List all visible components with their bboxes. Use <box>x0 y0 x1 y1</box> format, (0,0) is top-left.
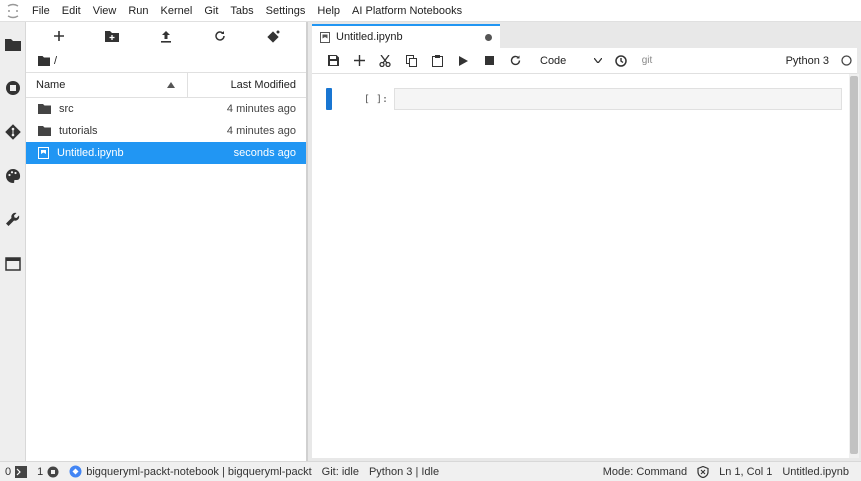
file-row-untitled-ipynb[interactable]: Untitled.ipynb seconds ago <box>26 142 306 164</box>
menu-edit[interactable]: Edit <box>56 0 87 22</box>
menu-ai-platform-notebooks[interactable]: AI Platform Notebooks <box>346 0 468 22</box>
breadcrumb-root[interactable]: / <box>54 55 57 67</box>
scrollbar[interactable] <box>849 74 859 458</box>
kernel-name[interactable]: Python 3 <box>786 55 835 67</box>
tab-label: Untitled.ipynb <box>336 31 403 43</box>
column-modified-label: Last Modified <box>230 79 296 91</box>
current-file: Untitled.ipynb <box>782 465 849 478</box>
folder-icon <box>38 126 51 136</box>
save-icon[interactable] <box>320 50 346 72</box>
status-bar: 0 1 bigqueryml-packt-notebook | bigquery… <box>0 461 861 481</box>
cursor-position[interactable]: Ln 1, Col 1 <box>714 466 777 478</box>
menu-file[interactable]: File <box>26 0 56 22</box>
jupyter-logo-icon <box>0 0 26 22</box>
wrench-icon[interactable] <box>0 198 26 242</box>
cell-prompt: [ ]: <box>363 93 388 105</box>
scrollbar-thumb[interactable] <box>850 76 858 454</box>
new-launcher-icon[interactable] <box>47 26 71 46</box>
paste-icon[interactable] <box>424 50 450 72</box>
column-name-header[interactable]: Name <box>26 73 188 97</box>
file-modified: seconds ago <box>233 147 296 159</box>
menu-bar: File Edit View Run Kernel Git Tabs Setti… <box>0 0 861 22</box>
file-name: tutorials <box>59 125 98 137</box>
terminal-count-value: 0 <box>5 465 12 478</box>
file-row-src[interactable]: src 4 minutes ago <box>26 98 306 120</box>
file-name: Untitled.ipynb <box>57 147 124 159</box>
refresh-icon[interactable] <box>208 26 232 46</box>
restart-icon[interactable] <box>502 50 528 72</box>
file-row-tutorials[interactable]: tutorials 4 minutes ago <box>26 120 306 142</box>
stop-icon[interactable] <box>476 50 502 72</box>
git-icon[interactable] <box>0 110 26 154</box>
column-modified-header[interactable]: Last Modified <box>188 79 306 91</box>
activity-bar <box>0 22 26 461</box>
git-clone-icon[interactable] <box>261 26 285 46</box>
home-folder-icon[interactable] <box>38 56 50 66</box>
environment-indicator[interactable]: bigqueryml-packt-notebook | bigqueryml-p… <box>64 465 316 478</box>
insert-cell-icon[interactable] <box>346 50 372 72</box>
tabs-icon[interactable] <box>0 242 26 286</box>
environment-label: bigqueryml-packt-notebook | bigqueryml-p… <box>86 465 312 478</box>
git-diff-button[interactable]: git <box>634 50 660 72</box>
folder-icon[interactable] <box>0 22 26 66</box>
sort-up-icon <box>167 82 175 88</box>
terminal-count[interactable]: 0 <box>0 465 32 478</box>
tab-bar: Untitled.ipynb <box>308 22 861 48</box>
notebook-tab-icon <box>320 31 330 43</box>
file-modified: 4 minutes ago <box>226 103 296 115</box>
git-label: git <box>641 55 653 66</box>
cell-type-label: Code <box>540 54 567 67</box>
menu-help[interactable]: Help <box>311 0 346 22</box>
palette-icon[interactable] <box>0 154 26 198</box>
cloud-icon <box>69 465 82 478</box>
cell-type-select[interactable]: Code <box>534 55 608 67</box>
upload-icon[interactable] <box>154 26 178 46</box>
notebook-toolbar: Code git Python 3 <box>312 48 857 74</box>
menu-kernel[interactable]: Kernel <box>155 0 199 22</box>
notebook-icon <box>38 147 49 159</box>
mode-indicator: Mode: Command <box>602 465 688 478</box>
folder-icon <box>38 104 51 114</box>
run-icon[interactable] <box>450 50 476 72</box>
menu-run[interactable]: Run <box>122 0 154 22</box>
menu-settings[interactable]: Settings <box>260 0 312 22</box>
menu-view[interactable]: View <box>87 0 123 22</box>
code-cell[interactable]: [ ]: <box>326 87 842 111</box>
file-browser-panel: / Name Last Modified src 4 minutes ago t… <box>26 22 308 461</box>
file-browser-toolbar <box>26 22 306 50</box>
cell-editor[interactable] <box>394 88 842 110</box>
main-dock-area: Untitled.ipynb Code git Python 3 []: <box>308 22 861 461</box>
file-list-header: Name Last Modified <box>26 72 306 98</box>
new-folder-icon[interactable] <box>100 26 124 46</box>
clock-icon[interactable] <box>608 50 634 72</box>
kernel-idle-icon <box>835 55 857 66</box>
file-name: src <box>59 103 74 115</box>
cut-icon[interactable] <box>372 50 398 72</box>
running-icon[interactable] <box>0 66 26 110</box>
tab-untitled-ipynb[interactable]: Untitled.ipynb <box>312 24 500 48</box>
kernel-status[interactable]: Python 3 | Idle <box>364 466 444 478</box>
menu-tabs[interactable]: Tabs <box>224 0 259 22</box>
kernel-count-value: 1 <box>37 465 44 478</box>
trusted-icon[interactable] <box>692 465 714 478</box>
breadcrumb: / <box>26 50 306 72</box>
terminal-icon <box>15 465 28 478</box>
unsaved-dot-icon[interactable] <box>485 33 492 41</box>
git-status: Git: idle <box>321 465 359 478</box>
kernel-icon <box>47 466 59 478</box>
column-name-label: Name <box>36 79 66 91</box>
notebook-body: [ ]: <box>312 74 857 458</box>
chevron-down-icon <box>594 58 602 63</box>
file-modified: 4 minutes ago <box>226 125 296 137</box>
copy-icon[interactable] <box>398 50 424 72</box>
kernel-count[interactable]: 1 <box>32 466 64 478</box>
menu-git[interactable]: Git <box>198 0 224 22</box>
